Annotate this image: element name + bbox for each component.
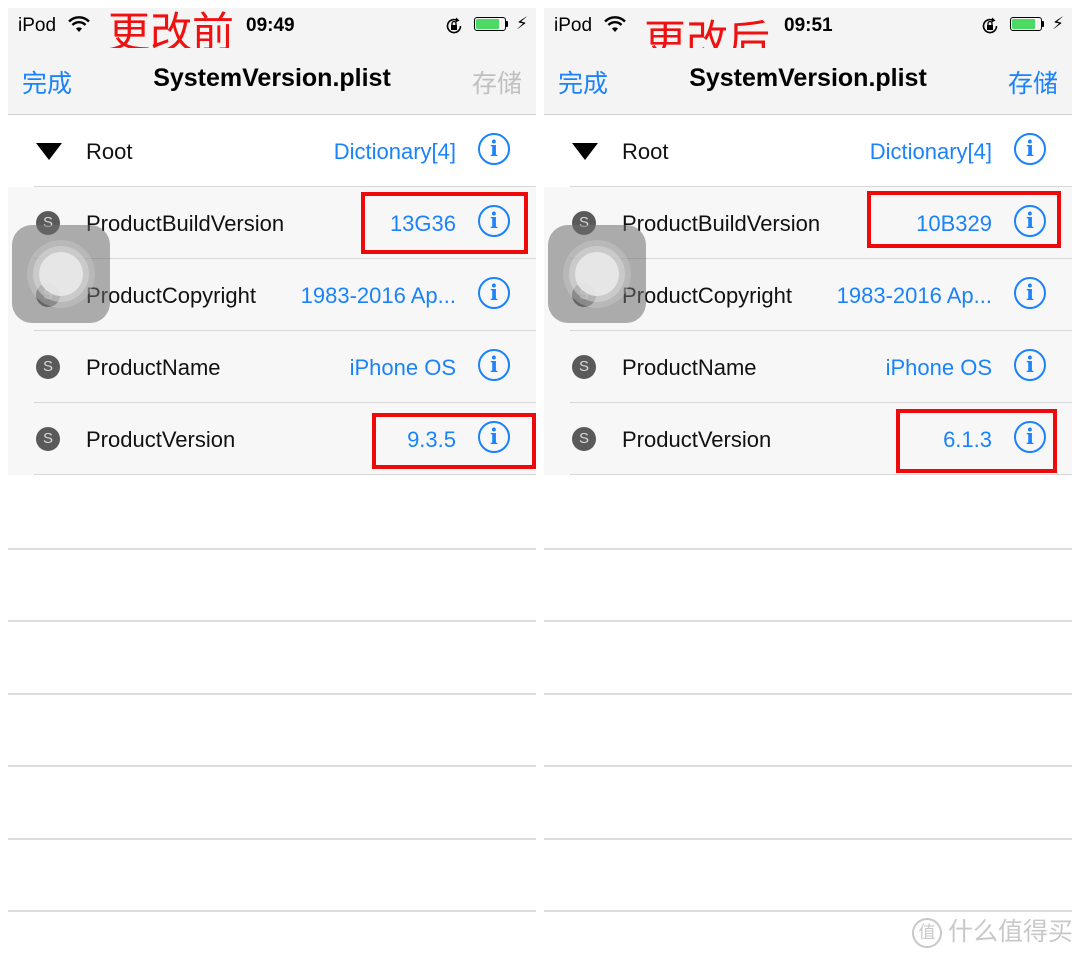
key-label: Root — [86, 139, 133, 164]
info-icon[interactable]: i — [1014, 349, 1046, 381]
value-label[interactable]: Dictionary[4] — [870, 139, 992, 165]
assistive-touch-button[interactable] — [12, 225, 110, 323]
key-label: ProductVersion — [622, 427, 772, 452]
key-label: ProductBuildVersion — [622, 211, 821, 236]
status-bar: iPod 09:49 ⚡︎ — [8, 8, 536, 48]
wifi-icon — [68, 16, 90, 32]
value-label[interactable]: iPhone OS — [350, 355, 456, 381]
value-label[interactable]: Dictionary[4] — [334, 139, 456, 165]
rotation-lock-icon — [982, 17, 998, 34]
empty-row-separator — [8, 693, 536, 695]
navigation-bar: 完成 SystemVersion.plist 存储 — [544, 48, 1072, 115]
empty-row-separator — [8, 548, 536, 550]
empty-row-separator — [8, 620, 536, 622]
carrier-label: iPod — [18, 15, 57, 36]
value-label[interactable]: iPhone OS — [886, 355, 992, 381]
status-bar: iPod 09:51 ⚡︎ — [544, 8, 1072, 48]
info-icon[interactable]: i — [1014, 205, 1046, 237]
disclosure-triangle-icon[interactable] — [572, 143, 598, 160]
key-label: Root — [622, 139, 669, 164]
value-label[interactable]: 13G36 — [390, 211, 456, 237]
table-row[interactable]: S ProductName iPhone OS i — [544, 331, 1072, 403]
clock: 09:49 — [246, 15, 295, 36]
string-type-icon: S — [572, 355, 596, 379]
empty-row-separator — [544, 620, 1072, 622]
empty-row-separator — [544, 548, 1072, 550]
empty-row-separator — [544, 765, 1072, 767]
page-title: SystemVersion.plist — [689, 64, 927, 92]
string-type-icon: S — [36, 427, 60, 451]
info-icon[interactable]: i — [1014, 421, 1046, 453]
watermark-text: 什么值得买 — [948, 917, 1074, 946]
screen-after: iPod 09:51 ⚡︎ 更改后 完成 SystemVersion.plist… — [544, 8, 1072, 953]
empty-row-separator — [544, 693, 1072, 695]
key-label: ProductCopyright — [86, 283, 256, 308]
screen-before: iPod 09:49 ⚡︎ 更改前 完成 SystemVersion.plist… — [8, 8, 536, 953]
info-icon[interactable]: i — [1014, 133, 1046, 165]
bolt-icon: ⚡︎ — [1052, 14, 1064, 33]
key-label: ProductName — [622, 355, 757, 380]
info-icon[interactable]: i — [478, 421, 510, 453]
value-label[interactable]: 6.1.3 — [943, 427, 992, 453]
root-row[interactable]: Root Dictionary[4] i — [544, 115, 1072, 187]
rotation-lock-icon — [446, 17, 462, 34]
navigation-bar: 完成 SystemVersion.plist 存储 — [8, 48, 536, 115]
value-label[interactable]: 9.3.5 — [407, 427, 456, 453]
wifi-icon — [604, 16, 626, 32]
battery-icon — [1010, 17, 1046, 33]
string-type-icon: S — [572, 427, 596, 451]
watermark: 值什么值得买 — [912, 912, 1073, 948]
string-type-icon: S — [36, 355, 60, 379]
clock: 09:51 — [784, 15, 833, 36]
empty-row-separator — [544, 838, 1072, 840]
key-label: ProductCopyright — [622, 283, 792, 308]
row-separator — [34, 474, 536, 475]
empty-row-separator — [8, 910, 536, 912]
info-icon[interactable]: i — [478, 133, 510, 165]
info-icon[interactable]: i — [478, 277, 510, 309]
key-label: ProductBuildVersion — [86, 211, 285, 236]
info-icon[interactable]: i — [1014, 277, 1046, 309]
watermark-logo-icon: 值 — [912, 918, 942, 948]
empty-row-separator — [8, 765, 536, 767]
assistive-touch-button[interactable] — [548, 225, 646, 323]
disclosure-triangle-icon[interactable] — [36, 143, 62, 160]
value-label[interactable]: 1983-2016 Ap... — [837, 283, 992, 309]
info-icon[interactable]: i — [478, 349, 510, 381]
root-row[interactable]: Root Dictionary[4] i — [8, 115, 536, 187]
key-label: ProductVersion — [86, 427, 236, 452]
row-separator — [570, 474, 1072, 475]
save-button[interactable]: 存储 — [472, 64, 522, 100]
key-label: ProductName — [86, 355, 221, 380]
value-label[interactable]: 1983-2016 Ap... — [301, 283, 456, 309]
info-icon[interactable]: i — [478, 205, 510, 237]
page-title: SystemVersion.plist — [153, 64, 391, 92]
battery-icon — [474, 17, 510, 33]
value-label[interactable]: 10B329 — [916, 211, 992, 237]
table-row[interactable]: S ProductVersion 9.3.5 i — [8, 403, 536, 475]
table-row[interactable]: S ProductName iPhone OS i — [8, 331, 536, 403]
bolt-icon: ⚡︎ — [516, 14, 528, 33]
carrier-label: iPod — [554, 15, 593, 36]
table-row[interactable]: S ProductVersion 6.1.3 i — [544, 403, 1072, 475]
empty-row-separator — [8, 838, 536, 840]
save-button[interactable]: 存储 — [1008, 64, 1058, 100]
